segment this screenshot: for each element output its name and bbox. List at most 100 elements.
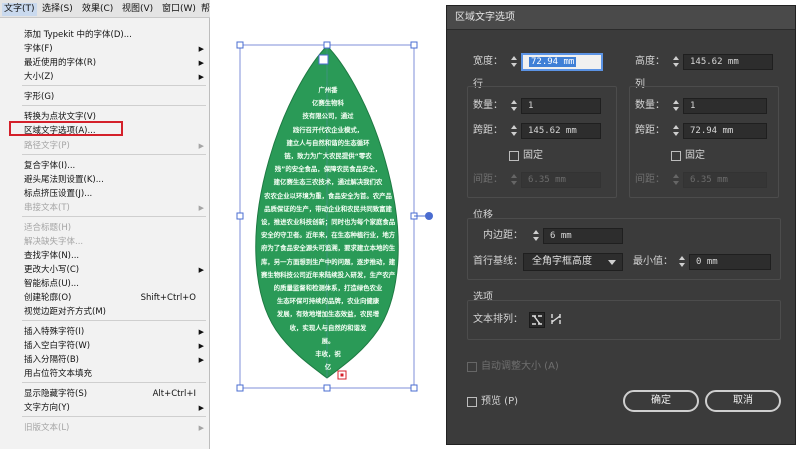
menubar-effect[interactable]: 效果(C) — [80, 3, 115, 16]
handle-top-mid[interactable] — [323, 41, 331, 49]
in-port-handle[interactable] — [318, 54, 329, 65]
menu-item-3[interactable]: 大小(Z) ▶ — [0, 70, 210, 84]
submenu-arrow-icon: ▶ — [198, 142, 204, 150]
menu-item-8[interactable]: 复合字体(I)... — [0, 159, 210, 173]
preview-label: 预览 (P) — [481, 396, 519, 407]
min-stepper[interactable] — [677, 254, 687, 270]
menubar-view[interactable]: 视图(V) — [120, 3, 155, 16]
leaf-text-line: 设，推进农业科技创新；同时也为每个家庭食品 — [261, 218, 395, 227]
rows-count-field[interactable]: 1 — [521, 98, 601, 114]
menu-item-10[interactable]: 标点挤压设置(J)... — [0, 187, 210, 201]
chevron-down-icon — [608, 260, 616, 265]
inset-stepper[interactable] — [531, 228, 541, 244]
menu-item-16[interactable]: 智能标点(U)... — [0, 277, 210, 291]
ok-button[interactable]: 确定 — [623, 390, 699, 412]
menu-item-20[interactable]: 插入空白字符(W) ▶ — [0, 339, 210, 353]
artboard-canvas[interactable]: 广州番 亿赛生物科 技有限公司，通过 践行召开代农企业模式， 建立人与自然和谐的生态循环… — [213, 0, 443, 449]
width-field[interactable]: 72.94 mm — [521, 53, 603, 71]
menu-item-18[interactable]: 视觉边距对齐方式(M) — [0, 305, 210, 319]
menu-item-label: 大小(Z) — [24, 72, 54, 82]
flow-by-columns-button[interactable] — [549, 312, 565, 328]
cols-count-label: 数量： — [635, 100, 665, 111]
menu-item-label: 避头尾法则设置(K)... — [24, 175, 104, 185]
submenu-arrow-icon: ▶ — [198, 73, 204, 81]
menu-separator — [22, 216, 206, 217]
menu-item-label: 用占位符文本填充 — [24, 369, 93, 379]
dialog-title: 区域文字选项 — [447, 6, 795, 30]
menu-item-19[interactable]: 插入特殊字符(I) ▶ — [0, 325, 210, 339]
rows-count-stepper[interactable] — [509, 98, 519, 114]
menu-item-13: 解决缺失字体... — [0, 235, 210, 249]
flow-by-rows-button[interactable] — [529, 312, 545, 328]
rows-span-label: 跨距： — [473, 125, 503, 136]
menu-item-label: 字形(G) — [24, 92, 55, 102]
type-menu: 添加 Typekit 中的字体(D)... 字体(F) ▶ 最近使用的字体(R) ▶ 大小… — [0, 18, 210, 449]
menu-item-label: 查找字体(N)... — [24, 251, 80, 261]
text-direction-handle[interactable] — [425, 212, 433, 220]
menu-item-label: 文字方向(Y) — [24, 403, 70, 413]
baseline-dropdown[interactable]: 全角字框高度 — [523, 253, 623, 271]
handle-mid-left[interactable] — [236, 212, 244, 220]
menu-item-14[interactable]: 查找字体(N)... — [0, 249, 210, 263]
menu-separator — [22, 154, 206, 155]
leaf-text-line: 库，另一方面想到生产中的问题，逐步推动，建亿 — [261, 257, 395, 266]
menu-item-0[interactable]: 添加 Typekit 中的字体(D)... — [0, 28, 210, 42]
menubar-help[interactable]: 帮 — [199, 3, 212, 16]
menu-item-24[interactable]: 文字方向(Y) ▶ — [0, 401, 210, 415]
menu-item-22[interactable]: 用占位符文本填充 — [0, 367, 210, 381]
leaf-text-line: 收，实现人与自然的和谐发 — [289, 323, 367, 332]
menu-item-label: 智能标点(U)... — [24, 279, 79, 289]
cols-count-field[interactable]: 1 — [683, 98, 767, 114]
cancel-button[interactable]: 取消 — [705, 390, 781, 412]
inset-field[interactable]: 6 mm — [543, 228, 623, 244]
cols-span-field[interactable]: 72.94 mm — [683, 123, 767, 139]
menu-item-label: 显示隐藏字符(S) — [24, 389, 88, 399]
menu-item-5[interactable]: 转换为点状文字(V) — [0, 110, 210, 124]
menu-item-23[interactable]: 显示隐藏字符(S) Alt+Ctrl+I — [0, 387, 210, 401]
leaf-text-line: 残”的安全食品，保障农民食品安全， — [274, 165, 382, 174]
menu-separator — [22, 382, 206, 383]
min-field[interactable]: 0 mm — [689, 254, 771, 270]
leaf-area-text[interactable]: 广州番 亿赛生物科 技有限公司，通过 践行召开代农企业模式， 建立人与自然和谐的生态循环… — [261, 84, 395, 374]
menu-item-4[interactable]: 字形(G) — [0, 90, 210, 104]
submenu-arrow-icon: ▶ — [198, 45, 204, 53]
height-stepper[interactable] — [671, 54, 681, 70]
cols-fixed-checkbox[interactable] — [671, 151, 681, 161]
handle-bottom-left[interactable] — [236, 384, 244, 392]
handle-top-left[interactable] — [236, 41, 244, 49]
inset-label: 内边距： — [483, 230, 523, 241]
preview-checkbox[interactable] — [467, 397, 477, 407]
leaf-text-line: 建亿赛生态三农技术，通过解决我们农 — [273, 178, 383, 187]
menubar-window[interactable]: 窗口(W) — [160, 3, 198, 16]
cols-gutter-stepper — [671, 172, 681, 188]
baseline-label: 首行基线： — [473, 256, 523, 267]
cols-span-stepper[interactable] — [671, 123, 681, 139]
menu-item-1[interactable]: 字体(F) ▶ — [0, 42, 210, 56]
menu-item-6[interactable]: 区域文字选项(A)... — [0, 124, 210, 138]
width-stepper[interactable] — [509, 54, 519, 70]
menu-item-label: 适合标题(H) — [24, 223, 72, 233]
menu-item-2[interactable]: 最近使用的字体(R) ▶ — [0, 56, 210, 70]
menu-item-21[interactable]: 插入分隔符(B) ▶ — [0, 353, 210, 367]
menu-separator — [22, 105, 206, 106]
menu-item-15[interactable]: 更改大小写(C) ▶ — [0, 263, 210, 277]
handle-bottom-right[interactable] — [410, 384, 418, 392]
handle-top-right[interactable] — [410, 41, 418, 49]
menu-item-9[interactable]: 避头尾法则设置(K)... — [0, 173, 210, 187]
rows-fixed-checkbox[interactable] — [509, 151, 519, 161]
menubar-select[interactable]: 选择(S) — [40, 3, 75, 16]
handle-bottom-mid[interactable] — [323, 384, 331, 392]
rows-fixed-label: 固定 — [523, 150, 543, 161]
height-field[interactable]: 145.62 mm — [683, 54, 773, 70]
menu-item-12: 适合标题(H) — [0, 221, 210, 235]
rows-span-field[interactable]: 145.62 mm — [521, 123, 601, 139]
menubar-type[interactable]: 文字(T) — [2, 3, 37, 16]
menu-item-17[interactable]: 创建轮廓(O) Shift+Ctrl+O — [0, 291, 210, 305]
menu-item-label: 插入特殊字符(I) — [24, 327, 85, 337]
rows-span-stepper[interactable] — [509, 123, 519, 139]
cols-count-stepper[interactable] — [671, 98, 681, 114]
leaf-text-line: 府为了食品安全源头可追溯，要求建立本地的生态 — [261, 244, 395, 253]
leaf-text-line: 赛生物科技公司近年来陆续投入研发，生产农产品 — [261, 270, 395, 279]
auto-size-checkbox — [467, 362, 477, 372]
menu-item-25: 旧版文本(L) ▶ — [0, 421, 210, 435]
